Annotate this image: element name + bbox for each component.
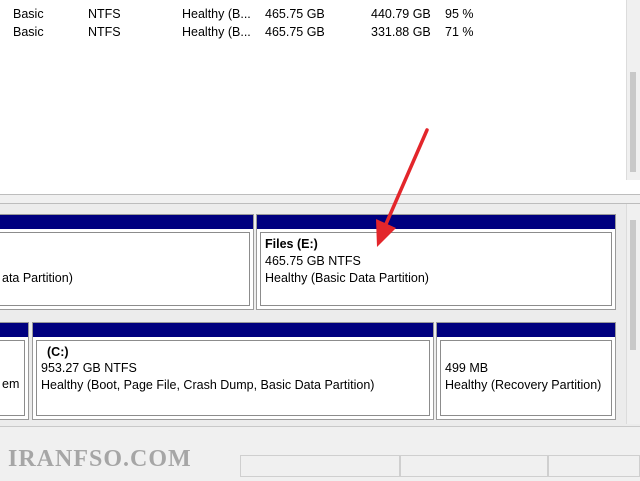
partition-bar — [0, 323, 28, 337]
volume-free-space: 331.88 GB — [371, 25, 431, 39]
partition-left-disk-b[interactable]: em — [0, 322, 29, 420]
status-bar-cell — [400, 455, 548, 477]
volume-capacity: 465.75 GB — [265, 7, 325, 21]
volume-type: Basic — [13, 25, 44, 39]
partition-status: Healthy (Basic Data Partition) — [265, 271, 429, 285]
status-bar-cell — [548, 455, 640, 477]
volume-list-scroll-thumb[interactable] — [630, 72, 636, 172]
volume-status: Healthy (B... — [182, 25, 251, 39]
partition-c[interactable]: (C:) 953.27 GB NTFS Healthy (Boot, Page … — [32, 322, 434, 420]
volume-file-system: NTFS — [88, 7, 121, 21]
partition-body: em — [0, 340, 25, 416]
partition-status: Healthy (Recovery Partition) — [445, 378, 602, 392]
partition-bar — [437, 323, 615, 337]
volume-list: Basic NTFS Healthy (B... 465.75 GB 440.7… — [0, 0, 640, 195]
partition-bar — [257, 215, 615, 229]
partition-size: 953.27 GB NTFS — [41, 361, 137, 375]
partition-name: Files (E:) — [265, 237, 318, 251]
volume-type: Basic — [13, 7, 44, 21]
partition-body: ata Partition) — [0, 232, 250, 306]
volume-row[interactable]: Basic NTFS Healthy (B... 465.75 GB 331.8… — [0, 25, 600, 43]
partition-status: ata Partition) — [2, 271, 73, 285]
disk-map-scroll-thumb[interactable] — [630, 220, 636, 350]
partition-status: Healthy (Boot, Page File, Crash Dump, Ba… — [41, 378, 375, 392]
partition-files-e[interactable]: Files (E:) 465.75 GB NTFS Healthy (Basic… — [256, 214, 616, 310]
pane-splitter[interactable] — [0, 194, 640, 204]
partition-recovery[interactable]: 499 MB Healthy (Recovery Partition) — [436, 322, 616, 420]
volume-file-system: NTFS — [88, 25, 121, 39]
volume-capacity: 465.75 GB — [265, 25, 325, 39]
partition-body: 499 MB Healthy (Recovery Partition) — [440, 340, 612, 416]
volume-row[interactable]: Basic NTFS Healthy (B... 465.75 GB 440.7… — [0, 7, 600, 25]
partition-status: em — [2, 377, 20, 391]
volume-status: Healthy (B... — [182, 7, 251, 21]
partition-size: 499 MB — [445, 361, 489, 375]
volume-percent-free: 95 % — [445, 7, 474, 21]
status-bar-cell — [240, 455, 400, 477]
watermark: IRANFSO.COM — [8, 446, 192, 472]
partition-left-disk-a[interactable]: ata Partition) — [0, 214, 254, 310]
partition-name: (C:) — [47, 345, 69, 359]
partition-bar — [0, 215, 253, 229]
partition-size: 465.75 GB NTFS — [265, 254, 361, 268]
partition-bar — [33, 323, 433, 337]
volume-percent-free: 71 % — [445, 25, 474, 39]
partition-body: (C:) 953.27 GB NTFS Healthy (Boot, Page … — [36, 340, 430, 416]
partition-body: Files (E:) 465.75 GB NTFS Healthy (Basic… — [260, 232, 612, 306]
volume-free-space: 440.79 GB — [371, 7, 431, 21]
